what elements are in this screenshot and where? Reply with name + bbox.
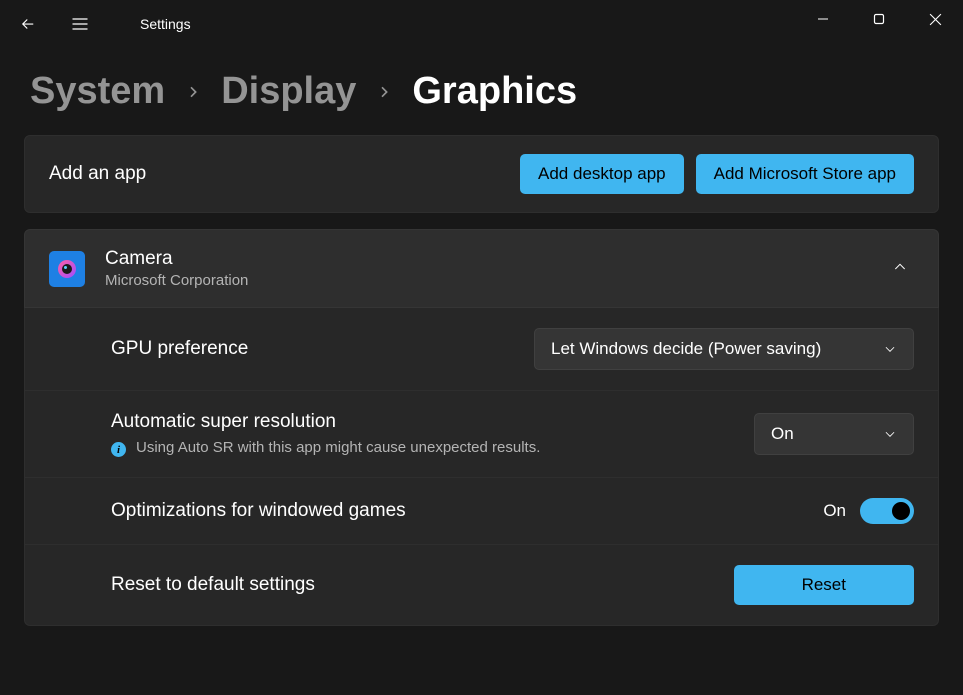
gpu-preference-dropdown[interactable]: Let Windows decide (Power saving) [534, 328, 914, 370]
windowed-games-row: Optimizations for windowed games On [24, 478, 939, 545]
hamburger-icon [70, 14, 90, 34]
chevron-up-icon [892, 259, 908, 275]
close-icon [929, 13, 942, 26]
add-app-title: Add an app [49, 163, 146, 185]
app-settings-group: Camera Microsoft Corporation GPU prefere… [24, 229, 939, 626]
windowed-games-label: Optimizations for windowed games [111, 500, 799, 522]
titlebar-left: Settings [16, 12, 191, 36]
auto-sr-desc: Using Auto SR with this app might cause … [136, 439, 540, 456]
add-app-buttons: Add desktop app Add Microsoft Store app [520, 154, 914, 194]
chevron-down-icon [883, 427, 897, 441]
windowed-games-control: On [823, 498, 914, 524]
app-publisher: Microsoft Corporation [105, 272, 866, 289]
reset-label: Reset to default settings [111, 574, 710, 596]
breadcrumb-current: Graphics [412, 70, 577, 113]
auto-sr-row: Automatic super resolution i Using Auto … [24, 391, 939, 478]
gpu-preference-row: GPU preference Let Windows decide (Power… [24, 308, 939, 391]
chevron-down-icon [883, 342, 897, 356]
content-area: Add an app Add desktop app Add Microsoft… [0, 135, 963, 626]
auto-sr-value: On [771, 424, 794, 444]
reset-button[interactable]: Reset [734, 565, 914, 605]
breadcrumb: System Display Graphics [0, 48, 963, 135]
breadcrumb-system[interactable]: System [30, 70, 165, 113]
toggle-knob [892, 502, 910, 520]
reset-row: Reset to default settings Reset [24, 545, 939, 626]
windowed-games-toggle[interactable] [860, 498, 914, 524]
add-app-card: Add an app Add desktop app Add Microsoft… [24, 135, 939, 213]
gpu-preference-value: Let Windows decide (Power saving) [551, 339, 821, 359]
menu-button[interactable] [68, 12, 92, 36]
chevron-right-icon [376, 84, 392, 100]
maximize-button[interactable] [851, 0, 907, 38]
arrow-left-icon [19, 15, 37, 33]
maximize-icon [873, 13, 885, 25]
back-button[interactable] [16, 12, 40, 36]
auto-sr-label: Automatic super resolution [111, 411, 730, 433]
add-store-app-button[interactable]: Add Microsoft Store app [696, 154, 914, 194]
auto-sr-sub: i Using Auto SR with this app might caus… [111, 439, 730, 457]
auto-sr-dropdown[interactable]: On [754, 413, 914, 455]
gpu-preference-label: GPU preference [111, 338, 510, 360]
window-controls [795, 0, 963, 38]
add-desktop-app-button[interactable]: Add desktop app [520, 154, 684, 194]
breadcrumb-display[interactable]: Display [221, 70, 356, 113]
info-icon: i [111, 442, 126, 457]
chevron-right-icon [185, 84, 201, 100]
collapse-button[interactable] [886, 253, 914, 284]
minimize-button[interactable] [795, 0, 851, 38]
minimize-icon [817, 13, 829, 25]
camera-app-icon [49, 251, 85, 287]
auto-sr-info: Automatic super resolution i Using Auto … [111, 411, 730, 457]
windowed-games-state: On [823, 501, 846, 521]
window-title: Settings [140, 16, 191, 32]
close-button[interactable] [907, 0, 963, 38]
app-name: Camera [105, 248, 866, 270]
app-info: Camera Microsoft Corporation [105, 248, 866, 289]
titlebar: Settings [0, 0, 963, 48]
app-header[interactable]: Camera Microsoft Corporation [24, 229, 939, 308]
